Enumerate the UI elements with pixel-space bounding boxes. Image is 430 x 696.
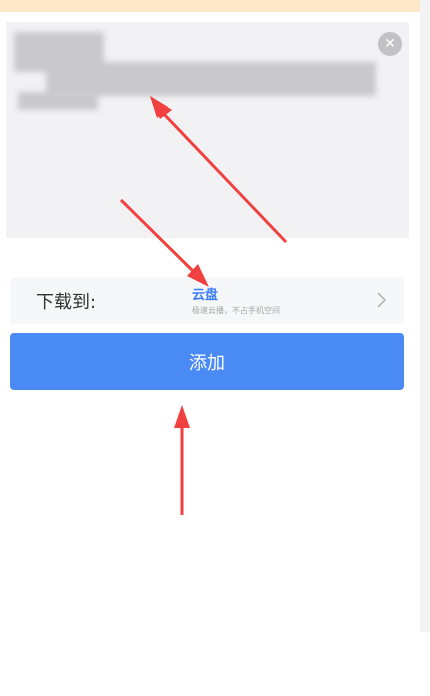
download-to-label: 下载到: xyxy=(36,292,97,313)
chevron-right-icon xyxy=(377,292,387,308)
scroll-track xyxy=(420,0,430,632)
destination-description: 极速云播，不占手机空间 xyxy=(192,306,280,315)
blurred-link-text xyxy=(46,62,376,96)
link-input-card[interactable]: ✕ xyxy=(6,22,409,238)
blurred-link-text xyxy=(18,92,98,110)
destination-name: 云盘 xyxy=(192,288,219,303)
download-destination-row[interactable]: 下载到: 云盘 极速云播，不占手机空间 xyxy=(10,278,404,324)
add-button[interactable]: 添加 xyxy=(10,333,404,390)
annotation-arrow-head xyxy=(174,405,190,428)
close-circle-icon[interactable]: ✕ xyxy=(378,32,402,56)
top-banner-strip xyxy=(0,0,430,12)
add-download-page: ✕ 下载到: 云盘 极速云播，不占手机空间 添加 xyxy=(0,0,430,696)
